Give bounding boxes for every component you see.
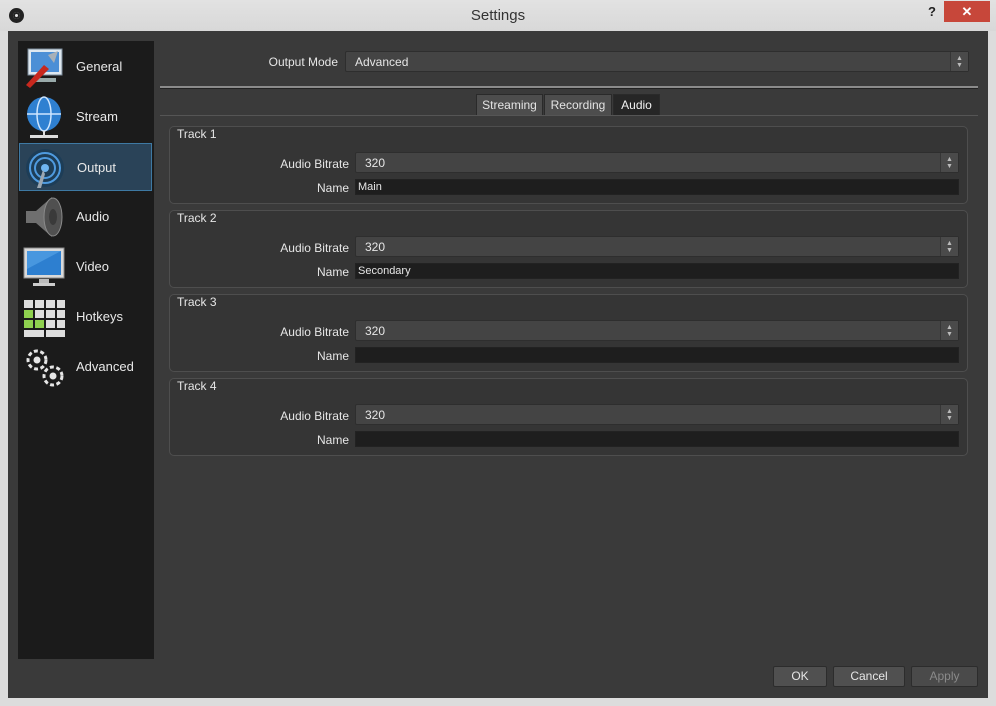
- track-1-name-input[interactable]: Main: [355, 179, 959, 195]
- bitrate-value: 320: [365, 408, 386, 422]
- track-title: Track 2: [177, 211, 217, 225]
- spinner-arrows-icon: ▲ ▼: [940, 405, 958, 424]
- track-4-name-input[interactable]: [355, 431, 959, 447]
- name-label: Name: [316, 349, 349, 363]
- sidebar-item-label: Stream: [76, 109, 118, 124]
- name-value: Main: [358, 181, 382, 193]
- output-mode-select[interactable]: Advanced ▲ ▼: [345, 51, 969, 72]
- audio-bitrate-label: Audio Bitrate: [280, 241, 349, 255]
- sidebar-item-stream[interactable]: Stream: [19, 93, 152, 141]
- audio-bitrate-label: Audio Bitrate: [280, 325, 349, 339]
- stream-globe-icon: [27, 96, 61, 138]
- output-mode-label: Output Mode: [268, 55, 338, 69]
- track-2-group: Track 2 Audio Bitrate 320 ▲ ▼ Name Second…: [169, 210, 968, 288]
- sidebar-item-video[interactable]: Video: [19, 243, 152, 291]
- track-title: Track 3: [177, 295, 217, 309]
- sidebar-item-label: Output: [77, 160, 117, 175]
- settings-content: General Stream Output Audio Video Hotkey…: [8, 31, 988, 698]
- track-3-bitrate-select[interactable]: 320 ▲ ▼: [355, 320, 959, 341]
- audio-bitrate-label: Audio Bitrate: [280, 157, 349, 171]
- tab-bar-underline: [160, 115, 978, 116]
- spinner-arrows-icon: ▲ ▼: [940, 153, 958, 172]
- apply-button[interactable]: Apply: [911, 666, 978, 687]
- sidebar-item-audio[interactable]: Audio: [19, 193, 152, 241]
- sidebar-item-label: Hotkeys: [76, 309, 123, 324]
- title-bar: Settings ? ✕: [0, 0, 996, 31]
- speaker-icon: [26, 197, 63, 237]
- track-title: Track 1: [177, 127, 217, 141]
- sidebar-item-advanced[interactable]: Advanced: [19, 343, 152, 391]
- tab-streaming[interactable]: Streaming: [476, 94, 543, 116]
- track-2-bitrate-select[interactable]: 320 ▲ ▼: [355, 236, 959, 257]
- track-1-group: Track 1 Audio Bitrate 320 ▲ ▼ Name Main: [169, 126, 968, 204]
- tab-audio[interactable]: Audio: [613, 94, 660, 116]
- monitor-icon: [23, 247, 65, 286]
- sidebar-item-label: Video: [76, 259, 110, 274]
- close-button[interactable]: ✕: [944, 1, 990, 22]
- window-title: Settings: [470, 7, 526, 24]
- bitrate-value: 320: [365, 156, 386, 170]
- ok-button[interactable]: OK: [773, 666, 827, 687]
- track-2-name-input[interactable]: Secondary: [355, 263, 959, 279]
- track-title: Track 4: [177, 379, 217, 393]
- sidebar-item-general[interactable]: General: [19, 43, 152, 91]
- sidebar-item-label: General: [76, 59, 123, 74]
- sidebar-item-output[interactable]: Output: [19, 143, 152, 191]
- spinner-arrows-icon: ▲ ▼: [940, 321, 958, 340]
- output-mode-value: Advanced: [355, 55, 409, 69]
- name-label: Name: [316, 181, 349, 195]
- settings-sidebar: General Stream Output Audio Video Hotkey…: [18, 41, 154, 659]
- name-label: Name: [316, 433, 349, 447]
- gears-icon: [26, 349, 64, 387]
- spinner-arrows-icon: ▲ ▼: [940, 237, 958, 256]
- track-4-bitrate-select[interactable]: 320 ▲ ▼: [355, 404, 959, 425]
- tab-recording[interactable]: Recording: [544, 94, 612, 116]
- help-button[interactable]: ?: [922, 2, 942, 22]
- keyboard-icon: [24, 300, 65, 337]
- sidebar-item-label: Audio: [76, 209, 110, 224]
- bitrate-value: 320: [365, 324, 386, 338]
- sidebar-item-label: Advanced: [76, 359, 134, 374]
- track-1-bitrate-select[interactable]: 320 ▲ ▼: [355, 152, 959, 173]
- output-broadcast-icon: [26, 149, 64, 188]
- name-value: Secondary: [358, 265, 411, 277]
- sidebar-item-hotkeys[interactable]: Hotkeys: [19, 293, 152, 341]
- name-label: Name: [316, 265, 349, 279]
- separator: [160, 86, 978, 89]
- bitrate-value: 320: [365, 240, 386, 254]
- general-icon: [26, 48, 63, 88]
- track-4-group: Track 4 Audio Bitrate 320 ▲ ▼ Name: [169, 378, 968, 456]
- audio-bitrate-label: Audio Bitrate: [280, 409, 349, 423]
- cancel-button[interactable]: Cancel: [833, 666, 905, 687]
- track-3-name-input[interactable]: [355, 347, 959, 363]
- track-3-group: Track 3 Audio Bitrate 320 ▲ ▼ Name: [169, 294, 968, 372]
- spinner-arrows-icon: ▲ ▼: [950, 52, 968, 71]
